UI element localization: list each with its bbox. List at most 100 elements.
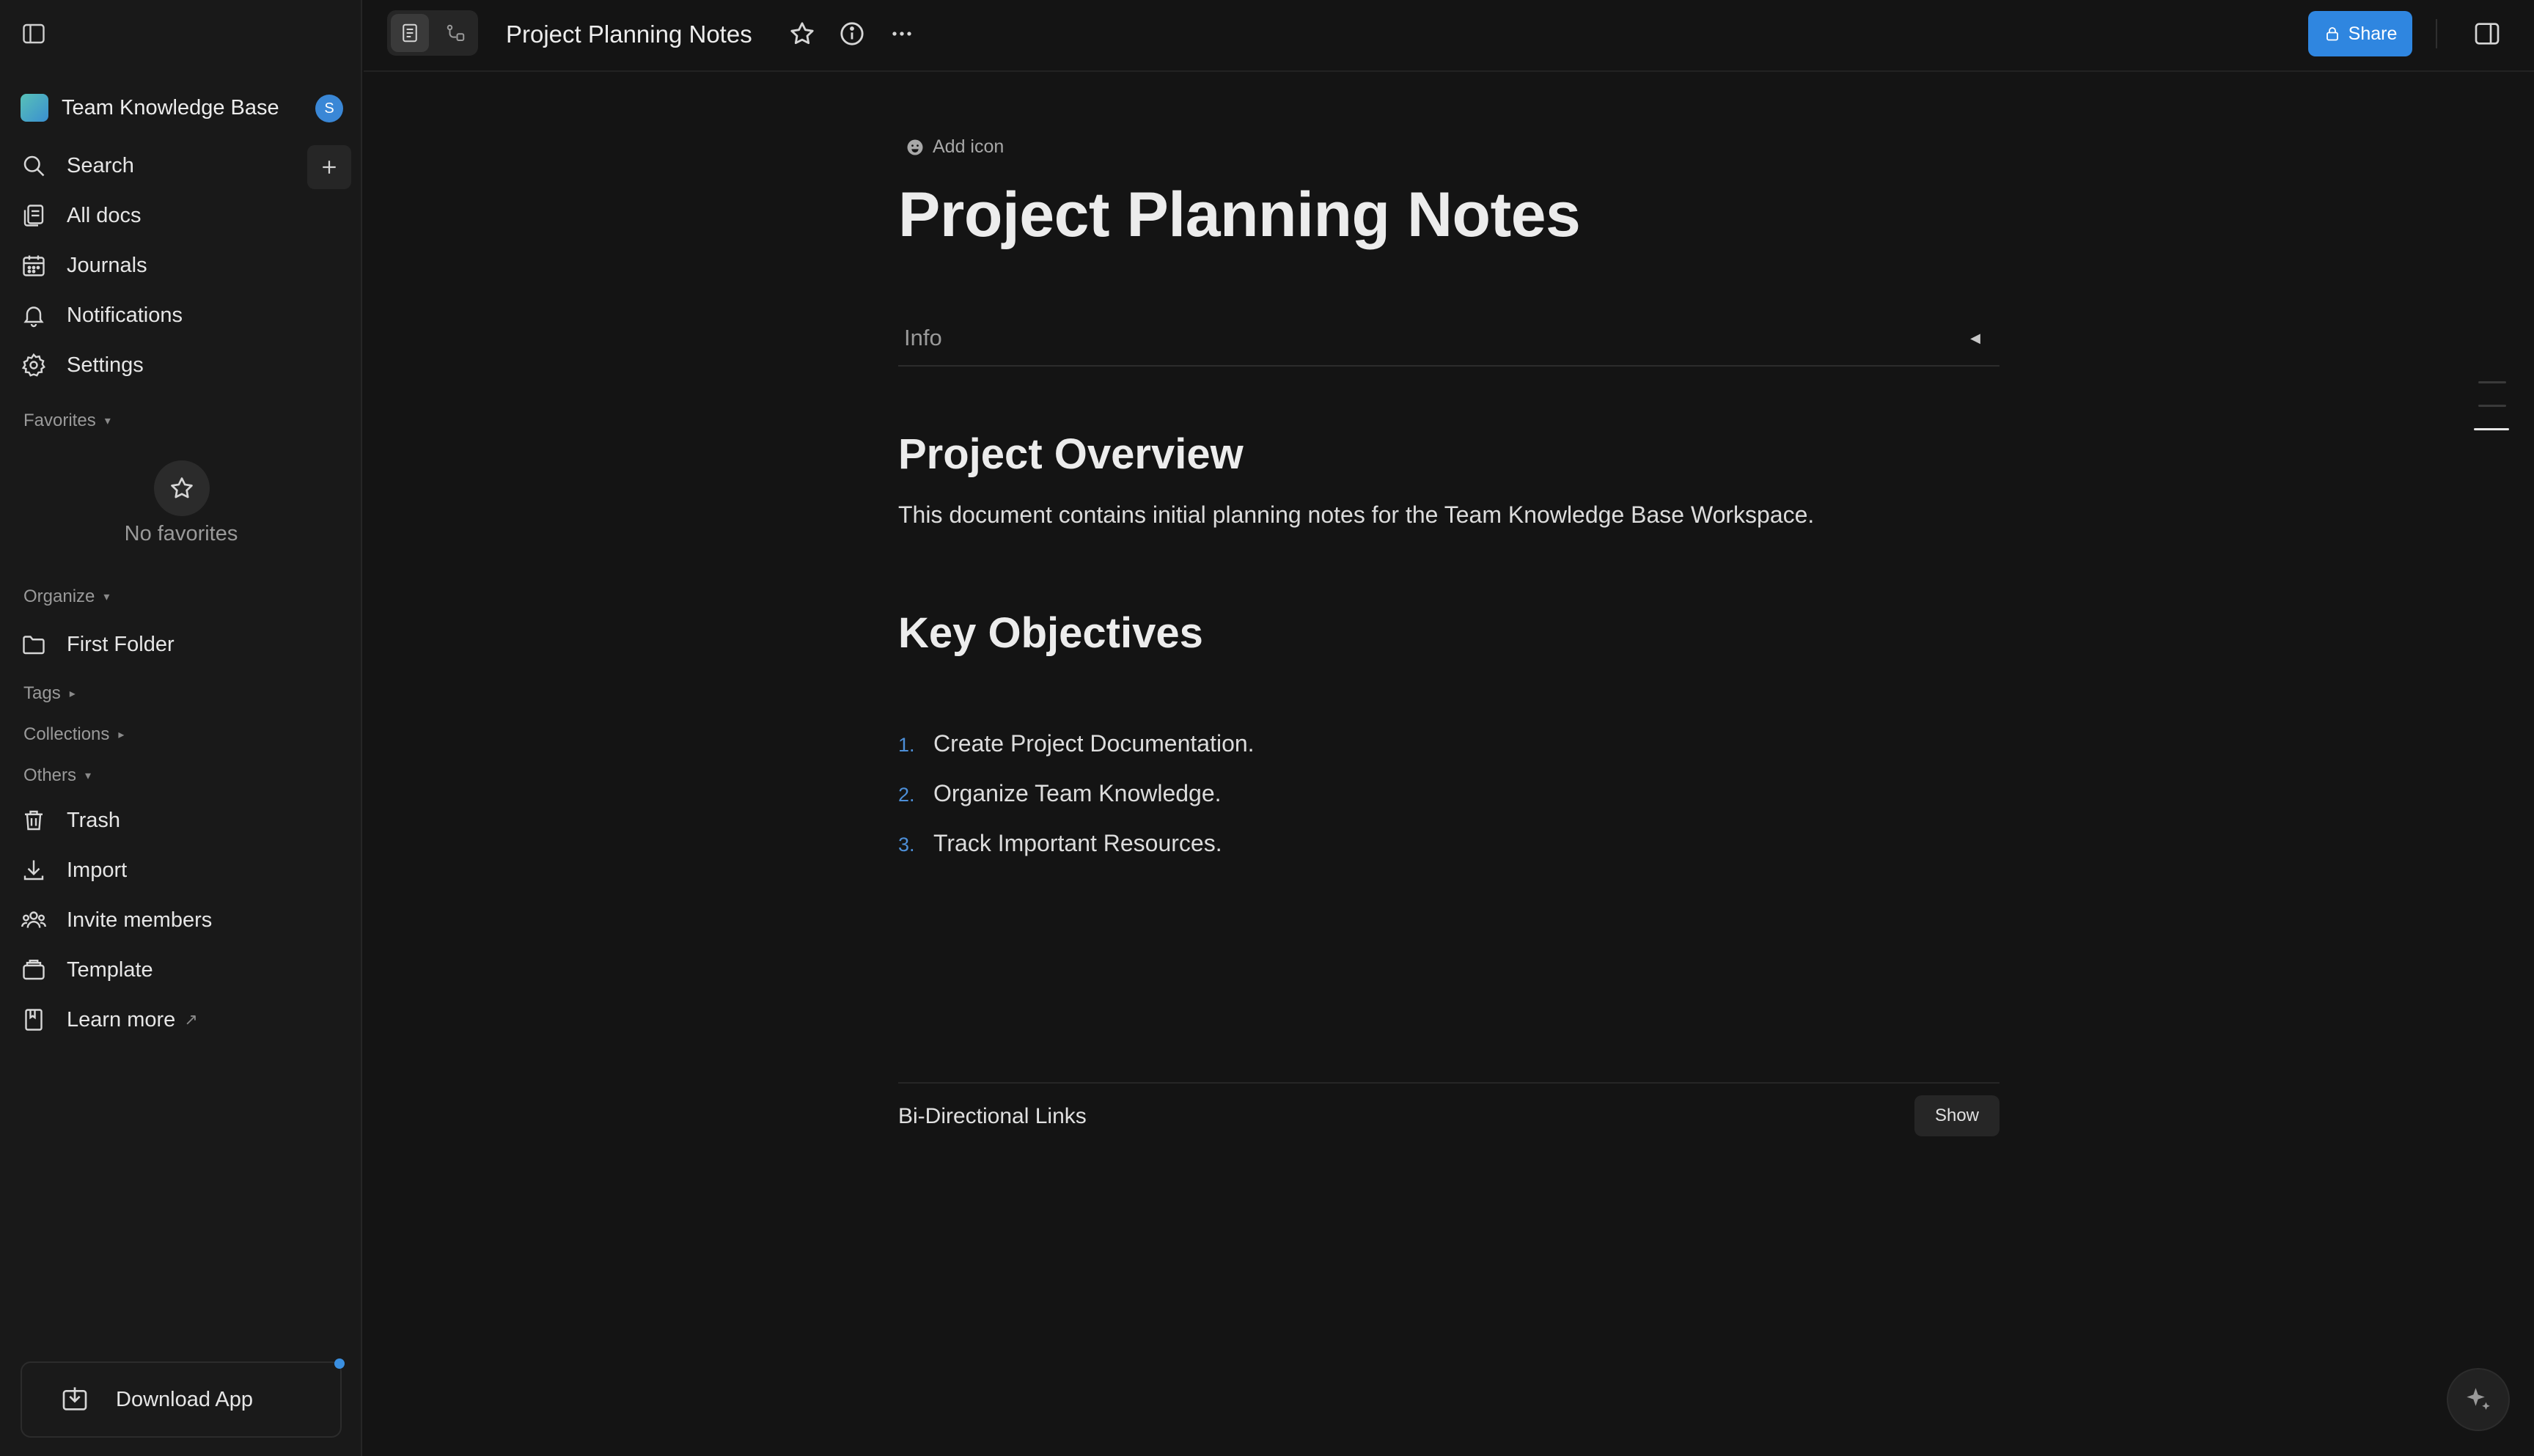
- sidebar-item-journals[interactable]: Journals: [21, 246, 343, 284]
- outline-marker[interactable]: [2478, 405, 2506, 407]
- more-icon[interactable]: [887, 19, 917, 48]
- download-icon: [62, 1387, 87, 1411]
- list-item[interactable]: 3. Track Important Resources.: [898, 830, 1222, 857]
- sidebar-item-label: First Folder: [67, 632, 175, 656]
- workspace-switcher[interactable]: Team Knowledge Base S: [21, 93, 348, 122]
- doc-title[interactable]: Project Planning Notes: [506, 21, 752, 48]
- list-item-text: Organize Team Knowledge.: [933, 780, 1222, 806]
- sidebar-item-label: Template: [67, 957, 153, 982]
- lock-icon: [2326, 27, 2338, 41]
- list-item-text: Create Project Documentation.: [933, 730, 1255, 757]
- organize-section-header[interactable]: Organize ▾: [23, 587, 109, 607]
- top-bar: Project Planning Notes Share: [364, 0, 2534, 72]
- edgeless-mode-button[interactable]: [436, 14, 474, 52]
- favorites-empty-badge: [154, 460, 210, 516]
- list-item[interactable]: 2. Organize Team Knowledge.: [898, 780, 1222, 807]
- new-doc-button[interactable]: [307, 145, 351, 189]
- favorites-section-header[interactable]: Favorites ▾: [23, 411, 111, 431]
- sidebar-item-import[interactable]: Import: [21, 851, 343, 889]
- tags-section-header[interactable]: Tags ▸: [23, 683, 76, 704]
- paragraph[interactable]: This document contains initial planning …: [898, 501, 1814, 529]
- right-panel-toggle-icon[interactable]: [2472, 19, 2502, 48]
- page-icon: [403, 23, 417, 43]
- folder-icon: [23, 636, 45, 655]
- edgeless-icon: [447, 24, 465, 41]
- sidebar-item-trash[interactable]: Trash: [21, 801, 343, 839]
- download-app-button[interactable]: Download App: [21, 1358, 345, 1438]
- favorites-empty-text: No favorites: [124, 522, 238, 545]
- external-link-icon: ↗: [184, 1010, 198, 1029]
- heading-key-objectives[interactable]: Key Objectives: [898, 608, 1203, 658]
- sidebar-item-template[interactable]: Template: [21, 951, 343, 989]
- list-item[interactable]: 1. Create Project Documentation.: [898, 730, 1255, 757]
- avatar[interactable]: S: [315, 95, 343, 122]
- heading-project-overview[interactable]: Project Overview: [898, 430, 1244, 479]
- caret-right-icon: ▸: [69, 688, 76, 700]
- trash-icon: [25, 810, 43, 831]
- show-links-button[interactable]: Show: [1914, 1095, 1999, 1136]
- caret-right-icon: ▸: [118, 729, 125, 741]
- members-icon: [21, 911, 46, 928]
- others-section-header[interactable]: Others ▾: [23, 765, 91, 786]
- sidebar-item-label: Journals: [67, 253, 147, 277]
- view-mode-switch: [387, 10, 478, 56]
- page-title[interactable]: Project Planning Notes: [898, 179, 1581, 251]
- sparkle-icon: [2467, 1388, 2490, 1410]
- list-number: 1.: [898, 734, 915, 756]
- star-icon[interactable]: [787, 19, 817, 48]
- bidirectional-links-label: Bi-Directional Links: [898, 1104, 1087, 1128]
- sidebar-item-settings[interactable]: Settings: [21, 346, 343, 384]
- add-icon-button[interactable]: Add icon: [905, 136, 1004, 158]
- caret-down-icon: ▾: [104, 415, 111, 427]
- sidebar: Team Knowledge Base S Search All docs Jo…: [0, 0, 362, 1456]
- info-icon[interactable]: [837, 19, 867, 48]
- sidebar-item-label: Settings: [67, 353, 144, 377]
- star-icon: [171, 477, 193, 499]
- workspace-name: Team Knowledge Base: [62, 95, 279, 120]
- bidirectional-links-section: Bi-Directional Links Show: [898, 1082, 1999, 1138]
- sidebar-item-label: Search: [67, 153, 134, 177]
- calendar-icon: [23, 255, 45, 276]
- toolbar-divider: [2436, 19, 2437, 48]
- workspace-logo: [21, 94, 48, 122]
- plus-icon: [323, 161, 336, 174]
- sidebar-item-all-docs[interactable]: All docs: [21, 196, 343, 235]
- outline-marker-active[interactable]: [2474, 428, 2509, 430]
- sidebar-item-search[interactable]: Search: [21, 147, 343, 185]
- bell-icon: [23, 306, 44, 328]
- doc-info-toggle[interactable]: Info ◀: [898, 311, 1999, 367]
- sidebar-item-label: Learn more: [67, 1007, 176, 1032]
- sidebar-item-label: Import: [67, 858, 128, 882]
- caret-down-icon: ▾: [85, 770, 92, 782]
- sidebar-item-label: Notifications: [67, 303, 183, 327]
- update-indicator-dot: [334, 1358, 345, 1369]
- list-number: 3.: [898, 834, 915, 856]
- caret-down-icon: ▾: [103, 591, 110, 603]
- sidebar-item-label: All docs: [67, 203, 142, 227]
- sidebar-item-learn-more[interactable]: Learn more ↗: [21, 1001, 343, 1039]
- page-mode-button[interactable]: [391, 14, 429, 52]
- sidebar-toggle-icon[interactable]: [21, 21, 47, 47]
- share-label: Share: [2348, 23, 2398, 44]
- list-item-text: Track Important Resources.: [933, 830, 1222, 856]
- triangle-left-icon: ◀: [1970, 330, 1980, 345]
- list-number: 2.: [898, 784, 915, 806]
- info-label: Info: [904, 325, 942, 350]
- sidebar-item-first-folder[interactable]: First Folder: [21, 625, 343, 663]
- add-icon-label: Add icon: [933, 136, 1005, 157]
- sidebar-item-notifications[interactable]: Notifications: [21, 296, 343, 334]
- collections-section-header[interactable]: Collections ▸: [23, 724, 124, 745]
- book-icon: [25, 1009, 43, 1031]
- template-icon: [23, 960, 45, 980]
- ai-assistant-button[interactable]: [2447, 1368, 2510, 1431]
- smiley-icon: [907, 139, 923, 155]
- share-button[interactable]: Share: [2308, 11, 2412, 56]
- import-icon: [23, 860, 44, 880]
- sidebar-item-invite-members[interactable]: Invite members: [21, 901, 343, 939]
- all-docs-icon: [23, 205, 44, 227]
- outline-marker[interactable]: [2478, 381, 2506, 383]
- app-window: Team Knowledge Base S Search All docs Jo…: [0, 0, 2534, 1456]
- download-app-label: Download App: [116, 1387, 254, 1411]
- sidebar-item-label: Trash: [67, 808, 121, 832]
- search-icon: [23, 155, 45, 177]
